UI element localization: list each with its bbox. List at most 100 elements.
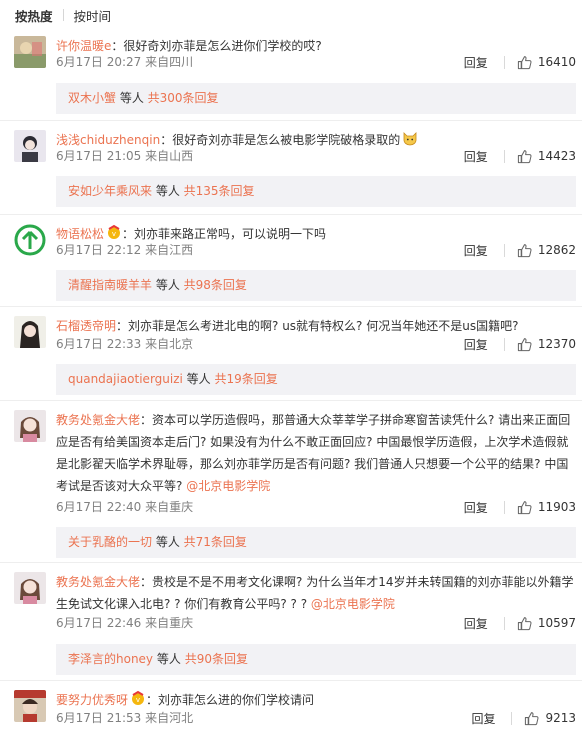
reply-preview-count[interactable]: 共98条回复 <box>184 278 247 292</box>
like-button[interactable]: 14423 <box>517 149 576 164</box>
avatar[interactable] <box>14 316 46 348</box>
like-button[interactable]: 12370 <box>517 337 576 352</box>
reply-preview[interactable]: 安如少年乘风来 等人 共135条回复 <box>56 176 576 207</box>
comment-text: ：很好奇刘亦菲是怎么被电影学院破格录取的 <box>160 133 401 147</box>
thumbs-up-icon <box>517 149 532 163</box>
action-divider <box>511 711 513 725</box>
comment-date: 6月17日 22:40 <box>56 500 142 514</box>
like-count: 16410 <box>537 55 576 69</box>
reply-preview-name[interactable]: 李泽言的honey <box>68 652 153 666</box>
sort-bar: 按热度 按时间 <box>15 6 112 25</box>
reply-button[interactable]: 回复 <box>464 242 488 259</box>
comment-username[interactable]: 物语松松 <box>56 227 104 241</box>
comment-username[interactable]: 教务处氪金大佬 <box>56 575 140 589</box>
reply-preview-count[interactable]: 共135条回复 <box>184 184 255 198</box>
reply-preview[interactable]: quandajiaotierguizi 等人 共19条回复 <box>56 364 576 395</box>
like-count: 10597 <box>537 616 576 630</box>
avatar[interactable] <box>14 36 46 68</box>
reply-preview[interactable]: 李泽言的honey 等人 共90条回复 <box>56 644 576 675</box>
reply-button[interactable]: 回复 <box>471 710 495 727</box>
comment-date: 6月17日 22:33 <box>56 337 142 351</box>
comment-username[interactable]: 要努力优秀呀 <box>56 693 128 707</box>
like-count: 11903 <box>537 500 576 514</box>
reply-preview-name[interactable]: 清醒指南暖羊羊 <box>68 278 152 292</box>
comment-username[interactable]: 许你温暖e <box>56 39 111 53</box>
reply-preview-name[interactable]: 双木小蟹 <box>68 91 116 105</box>
comment-date: 6月17日 21:53 <box>56 711 142 725</box>
reply-button[interactable]: 回复 <box>464 336 488 353</box>
reply-preview-name[interactable]: 关于乳酪的一切 <box>68 535 152 549</box>
comment-username[interactable]: 教务处氪金大佬 <box>56 413 140 427</box>
cat-emoji-icon <box>403 132 417 146</box>
avatar[interactable] <box>14 690 46 722</box>
like-button[interactable]: 11903 <box>517 500 576 515</box>
comment-location: 来自山西 <box>145 149 194 163</box>
action-divider <box>503 149 505 163</box>
svg-text:v: v <box>136 696 140 704</box>
comment-date: 6月17日 22:46 <box>56 616 142 630</box>
svg-text:v: v <box>112 230 116 238</box>
sort-by-time-tab[interactable]: 按时间 <box>74 6 112 25</box>
like-button[interactable]: 12862 <box>517 243 576 258</box>
like-count: 9213 <box>545 711 576 725</box>
comment-divider <box>0 400 582 401</box>
avatar[interactable] <box>14 130 46 162</box>
comment-divider <box>0 214 582 215</box>
like-count: 12370 <box>537 337 576 351</box>
comment-date: 6月17日 20:27 <box>56 55 142 69</box>
reply-preview-count[interactable]: 共19条回复 <box>215 372 278 386</box>
comment-text: ：刘亦菲来路正常吗，可以说明一下吗 <box>122 227 327 241</box>
action-divider <box>503 243 505 257</box>
reply-preview-name[interactable]: 安如少年乘风来 <box>68 184 152 198</box>
comment-divider <box>0 562 582 563</box>
reply-preview-text: 等人 <box>182 372 215 386</box>
like-button[interactable]: 10597 <box>517 616 576 631</box>
thumbs-up-icon <box>517 337 532 351</box>
reply-preview-count[interactable]: 共90条回复 <box>185 652 248 666</box>
reply-preview[interactable]: 双木小蟹 等人 共300条回复 <box>56 83 576 114</box>
reply-preview-count[interactable]: 共71条回复 <box>184 535 247 549</box>
sort-by-hot-tab[interactable]: 按热度 <box>15 6 53 25</box>
avatar[interactable] <box>14 224 46 256</box>
comment-username[interactable]: 浅浅chiduzhenqin <box>56 133 160 147</box>
like-count: 14423 <box>537 149 576 163</box>
comment-divider <box>0 680 582 681</box>
comment-text: ：很好奇刘亦菲是怎么进你们学校的哎? <box>111 39 322 53</box>
like-button[interactable]: 16410 <box>517 55 576 70</box>
reply-preview-text: 等人 <box>152 278 184 292</box>
action-divider <box>503 500 505 514</box>
comment-location: 来自北京 <box>145 337 194 351</box>
like-button[interactable]: 9213 <box>524 711 576 726</box>
reply-preview[interactable]: 清醒指南暖羊羊 等人 共98条回复 <box>56 270 576 301</box>
thumbs-up-icon <box>517 243 532 257</box>
reply-button[interactable]: 回复 <box>464 54 488 71</box>
comment-location: 来自四川 <box>145 55 194 69</box>
reply-preview-name[interactable]: quandajiaotierguizi <box>68 372 183 386</box>
comment-divider <box>0 120 582 121</box>
comment-username[interactable]: 石榴透帝明 <box>56 319 116 333</box>
reply-preview-count[interactable]: 共300条回复 <box>148 91 219 105</box>
comment-date: 6月17日 22:12 <box>56 243 142 257</box>
action-divider <box>503 616 505 630</box>
like-count: 12862 <box>537 243 576 257</box>
avatar[interactable] <box>14 572 46 604</box>
comment-divider <box>0 306 582 307</box>
verified-badge-icon: v <box>132 690 145 705</box>
thumbs-up-icon <box>525 711 539 725</box>
reply-button[interactable]: 回复 <box>464 499 488 516</box>
verified-badge-icon: v <box>108 224 121 239</box>
avatar[interactable] <box>14 410 46 442</box>
comment-location: 来自河北 <box>145 711 194 725</box>
mention-link[interactable]: @北京电影学院 <box>311 597 395 611</box>
sort-divider <box>62 9 64 21</box>
reply-preview-text: 等人 <box>152 535 184 549</box>
reply-preview[interactable]: 关于乳酪的一切 等人 共71条回复 <box>56 527 576 558</box>
reply-button[interactable]: 回复 <box>464 615 488 632</box>
comment-location: 来自江西 <box>145 243 194 257</box>
mention-link[interactable]: @北京电影学院 <box>186 479 270 493</box>
reply-preview-text: 等人 <box>153 652 185 666</box>
reply-button[interactable]: 回复 <box>464 148 488 165</box>
comment-location: 来自重庆 <box>145 500 194 514</box>
comment-location: 来自重庆 <box>145 616 194 630</box>
reply-preview-text: 等人 <box>152 184 184 198</box>
